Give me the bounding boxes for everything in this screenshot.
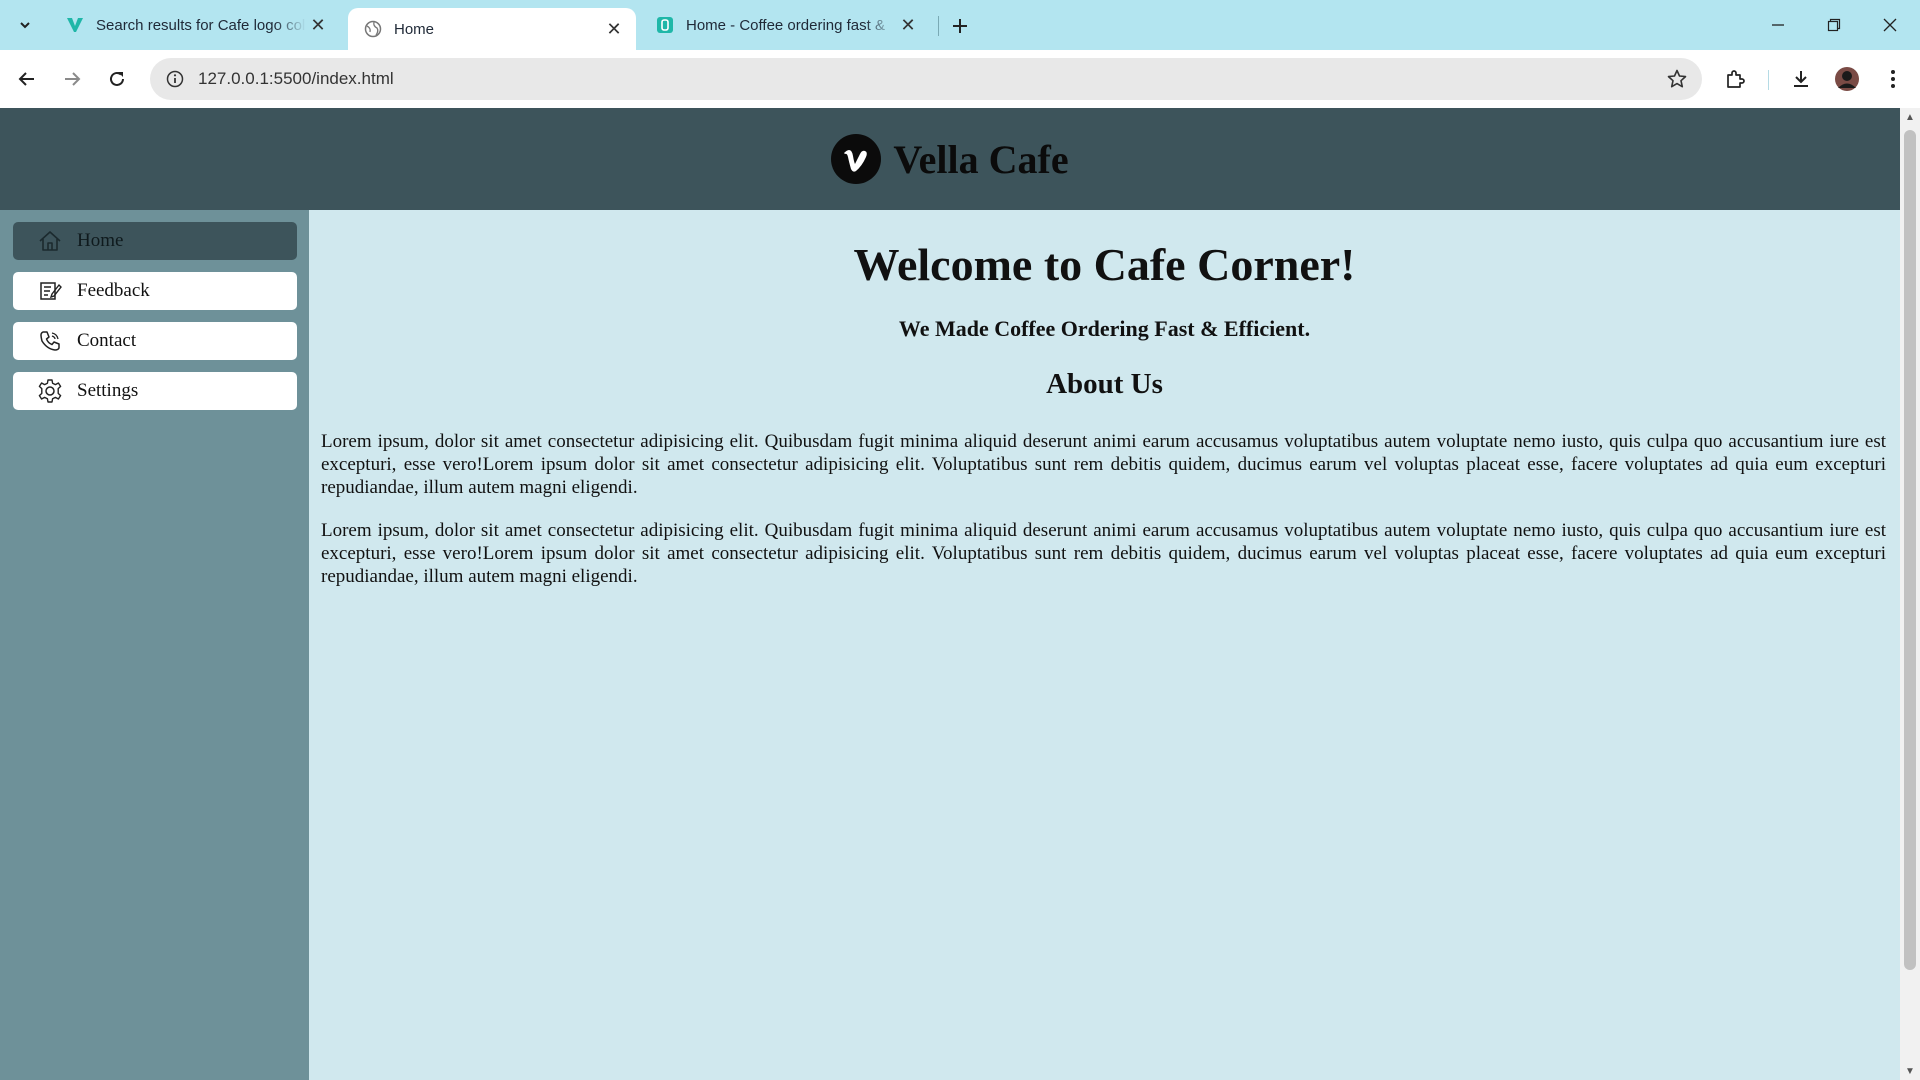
- brand-name: Vella Cafe: [893, 136, 1069, 182]
- feedback-icon: [37, 278, 63, 304]
- sidebar: Home Feedback Contact Settings: [0, 210, 309, 1080]
- tab-separator: [938, 16, 939, 36]
- scroll-thumb[interactable]: [1904, 130, 1916, 970]
- tab-search-button[interactable]: [10, 10, 40, 40]
- download-icon: [1794, 71, 1808, 87]
- reload-icon: [110, 71, 124, 86]
- address-bar[interactable]: 127.0.0.1:5500/index.html: [150, 58, 1702, 100]
- tab-coffee-ordering[interactable]: Home - Coffee ordering fast & ✕: [640, 8, 930, 42]
- about-heading: About Us: [1046, 368, 1163, 400]
- tab-search-results[interactable]: Search results for Cafe logo col ✕: [50, 8, 340, 42]
- about-paragraph: Lorem ipsum, dolor sit amet consectetur …: [321, 431, 1886, 498]
- main-content: Welcome to Cafe Corner! We Made Coffee O…: [309, 210, 1900, 1080]
- sidebar-item-label: Contact: [77, 330, 137, 351]
- puzzle-icon: [1727, 70, 1745, 88]
- vector-site-icon: [66, 16, 84, 34]
- globe-icon: [364, 20, 382, 38]
- bookmark-star-icon[interactable]: [1662, 64, 1692, 94]
- tab-title: Search results for Cafe logo col: [96, 16, 306, 34]
- extensions-button[interactable]: [1718, 62, 1752, 96]
- browser-toolbar: 127.0.0.1:5500/index.html: [0, 50, 1920, 109]
- sidebar-item-home[interactable]: Home: [13, 222, 297, 260]
- avatar-icon: [1835, 67, 1859, 91]
- minimize-button[interactable]: [1750, 0, 1806, 50]
- arrow-right-icon: [65, 72, 81, 86]
- close-window-button[interactable]: [1862, 0, 1918, 50]
- restore-icon: [1827, 18, 1841, 32]
- phone-icon: [37, 328, 63, 354]
- sidebar-item-feedback[interactable]: Feedback: [13, 272, 297, 310]
- downloads-button[interactable]: [1784, 62, 1818, 96]
- tagline: We Made Coffee Ordering Fast & Efficient…: [898, 316, 1311, 341]
- browser-menu-button[interactable]: [1876, 62, 1910, 96]
- close-icon[interactable]: ✕: [896, 13, 920, 37]
- about-paragraph: Lorem ipsum, dolor sit amet consectetur …: [321, 520, 1886, 587]
- profile-avatar[interactable]: [1830, 62, 1864, 96]
- site-favicon-icon: [656, 16, 674, 34]
- tab-title: Home: [394, 20, 435, 38]
- home-icon: [37, 228, 63, 254]
- new-tab-button[interactable]: [944, 10, 976, 42]
- site-header: Vella Cafe: [0, 108, 1900, 210]
- scroll-down-arrow-icon[interactable]: ▼: [1900, 1062, 1920, 1080]
- more-vertical-icon: [1891, 70, 1895, 88]
- gear-icon: [37, 378, 63, 404]
- arrow-left-icon: [18, 72, 34, 86]
- back-button[interactable]: [10, 62, 44, 96]
- page-title: Welcome to Cafe Corner!: [853, 239, 1356, 290]
- reload-button[interactable]: [100, 62, 134, 96]
- web-page: Vella Cafe Home Feedback Contact Setting…: [0, 108, 1900, 1080]
- sidebar-item-label: Settings: [77, 380, 139, 401]
- tab-title: Home - Coffee ordering fast &: [686, 16, 885, 34]
- restore-button[interactable]: [1806, 0, 1862, 50]
- close-icon[interactable]: ✕: [306, 13, 330, 37]
- sidebar-item-contact[interactable]: Contact: [13, 322, 297, 360]
- chevron-down-icon: [20, 22, 30, 29]
- site-info-icon[interactable]: [164, 68, 186, 90]
- minimize-icon: [1772, 24, 1784, 26]
- brand[interactable]: Vella Cafe: [831, 134, 1069, 184]
- vimeo-logo-icon: [831, 134, 882, 184]
- tab-home[interactable]: Home ✕: [348, 8, 636, 50]
- forward-button[interactable]: [55, 62, 89, 96]
- plus-icon: [953, 19, 967, 33]
- scroll-up-arrow-icon[interactable]: ▲: [1900, 108, 1920, 126]
- browser-tab-strip: Search results for Cafe logo col ✕ Home …: [0, 0, 1920, 50]
- url-text[interactable]: 127.0.0.1:5500/index.html: [198, 69, 1662, 89]
- close-icon[interactable]: ✕: [602, 17, 626, 41]
- toolbar-divider: [1768, 70, 1769, 90]
- sidebar-item-label: Home: [77, 230, 124, 251]
- page-scrollbar[interactable]: ▲ ▼: [1900, 108, 1920, 1080]
- sidebar-item-settings[interactable]: Settings: [13, 372, 297, 410]
- sidebar-item-label: Feedback: [77, 280, 150, 301]
- close-icon: [1883, 18, 1897, 32]
